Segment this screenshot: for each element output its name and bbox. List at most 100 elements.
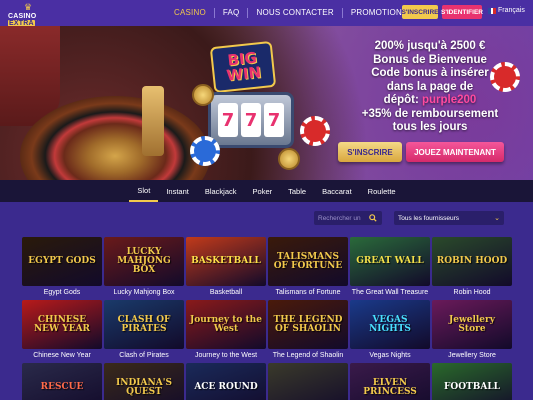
game-card[interactable]: TALISMANS OF FORTUNE Talismans of Fortune (268, 237, 348, 296)
language-selector[interactable]: Français (488, 7, 525, 14)
game-thumbnail-title: INDIANA'S QUEST (116, 377, 172, 397)
game-card[interactable]: Jewellery Store Jewellery Store (432, 300, 512, 359)
game-thumbnail-title: ROBIN HOOD (436, 256, 508, 266)
nav-promotion[interactable]: PROMOTION (343, 8, 410, 18)
game-thumbnail-title: LUCKY MAHJONG BOX (117, 247, 171, 275)
slot-reels: 7 7 7 (208, 92, 294, 148)
game-thumbnail[interactable]: EGYPT GODS (22, 237, 102, 286)
main-nav: CASINO FAQ NOUS CONTACTER PROMOTION (166, 0, 410, 26)
chevron-down-icon: ⌄ (494, 215, 500, 222)
reel: 7 (218, 103, 238, 137)
tab-baccarat[interactable]: Baccarat (314, 180, 360, 202)
game-name: Egypt Gods (43, 289, 81, 296)
crown-icon: ♛ (24, 2, 33, 12)
game-name: The Great Wall Treasure (351, 289, 429, 296)
game-thumbnail-title: THE LEGEND OF SHAOLIN (273, 314, 343, 334)
game-thumbnail[interactable]: CHINESE NEW YEAR (22, 300, 102, 349)
casino-chip-icon (300, 116, 330, 146)
tab-table[interactable]: Table (280, 180, 314, 202)
game-name: Jewellery Store (448, 352, 496, 359)
game-thumbnail[interactable] (268, 363, 348, 400)
hero-register-button[interactable]: S'INSCRIRE (338, 142, 402, 162)
game-card[interactable]: GREAT WALL The Great Wall Treasure (350, 237, 430, 296)
france-flag-icon (488, 7, 497, 14)
game-thumbnail[interactable]: FOOTBALL (432, 363, 512, 400)
game-thumbnail[interactable]: CLASH OF PIRATES (104, 300, 184, 349)
game-thumbnail[interactable]: ACE ROUND (186, 363, 266, 400)
game-card[interactable]: LUCKY MAHJONG BOX Lucky Mahjong Box (104, 237, 184, 296)
game-card[interactable]: RESCUE (22, 363, 102, 400)
game-card[interactable]: ACE ROUND (186, 363, 266, 400)
site-logo[interactable]: ♛ CASINO EXTRA (6, 2, 62, 27)
tab-roulette[interactable]: Roulette (360, 180, 404, 202)
tab-instant[interactable]: Instant (158, 180, 197, 202)
game-thumbnail[interactable]: Journey to the West (186, 300, 266, 349)
game-card[interactable] (268, 363, 348, 400)
play-now-button[interactable]: JOUEZ MAINTENANT (406, 142, 504, 162)
register-button[interactable]: S'INSCRIRE (402, 5, 438, 19)
nav-contact[interactable]: NOUS CONTACTER (248, 8, 343, 18)
nav-faq[interactable]: FAQ (215, 8, 249, 18)
game-thumbnail[interactable]: VEGAS NIGHTS (350, 300, 430, 349)
search-box (314, 211, 382, 225)
big-win-badge: BIG WIN (209, 40, 277, 94)
game-card[interactable]: CLASH OF PIRATES Clash of Pirates (104, 300, 184, 359)
game-name: Clash of Pirates (119, 352, 169, 359)
tab-poker[interactable]: Poker (245, 180, 281, 202)
game-thumbnail[interactable]: RESCUE (22, 363, 102, 400)
game-thumbnail-title: CLASH OF PIRATES (117, 314, 171, 334)
game-thumbnail-title: ELVEN PRINCESS (363, 377, 417, 397)
search-input[interactable] (314, 211, 366, 225)
game-name: Chinese New Year (33, 352, 91, 359)
category-tabs: Slot Instant Blackjack Poker Table Bacca… (0, 180, 533, 202)
game-card[interactable]: THE LEGEND OF SHAOLIN The Legend of Shaol… (268, 300, 348, 359)
game-card[interactable]: INDIANA'S QUEST (104, 363, 184, 400)
game-name: Basketball (209, 289, 243, 296)
game-card[interactable]: ELVEN PRINCESS (350, 363, 430, 400)
login-button[interactable]: S'IDENTIFIER (441, 5, 483, 19)
game-thumbnail[interactable]: GREAT WALL (350, 237, 430, 286)
provider-select[interactable]: Tous les fournisseurs ⌄ (394, 211, 504, 225)
game-thumbnail-title: FOOTBALL (443, 382, 500, 392)
game-thumbnail[interactable]: THE LEGEND OF SHAOLIN (268, 300, 348, 349)
casino-chip-icon (190, 136, 220, 166)
tab-blackjack[interactable]: Blackjack (197, 180, 245, 202)
game-card[interactable]: EGYPT GODS Egypt Gods (22, 237, 102, 296)
game-card[interactable]: FOOTBALL (432, 363, 512, 400)
game-name: Vegas Nights (369, 352, 411, 359)
game-card[interactable]: VEGAS NIGHTS Vegas Nights (350, 300, 430, 359)
roulette-spindle-image (142, 86, 164, 156)
provider-select-value: Tous les fournisseurs (398, 214, 460, 222)
game-thumbnail-title: EGYPT GODS (28, 256, 96, 266)
game-thumbnail-title: ACE ROUND (194, 382, 258, 392)
game-thumbnail[interactable]: BASKETBALL (186, 237, 266, 286)
game-thumbnail-title: GREAT WALL (356, 256, 424, 266)
slot-machine-image: BIG WIN 7 7 7 (190, 40, 330, 174)
game-thumbnail[interactable]: Jewellery Store (432, 300, 512, 349)
nav-casino[interactable]: CASINO (166, 8, 215, 18)
game-name: Lucky Mahjong Box (113, 289, 175, 296)
game-thumbnail[interactable]: LUCKY MAHJONG BOX (104, 237, 184, 286)
search-icon[interactable] (366, 211, 380, 225)
tab-slot[interactable]: Slot (129, 180, 159, 202)
game-thumbnail[interactable]: TALISMANS OF FORTUNE (268, 237, 348, 286)
game-name: The Legend of Shaolin (272, 352, 344, 359)
top-bar: ♛ CASINO EXTRA CASINO FAQ NOUS CONTACTER… (0, 0, 533, 27)
game-thumbnail-title: TALISMANS OF FORTUNE (273, 251, 343, 271)
game-thumbnail[interactable]: INDIANA'S QUEST (104, 363, 184, 400)
game-thumbnail[interactable]: ELVEN PRINCESS (350, 363, 430, 400)
hero-banner: BIG WIN 7 7 7 200% jusqu'à 2500 € Bonus … (0, 26, 533, 180)
game-name: Robin Hood (453, 289, 491, 296)
reel: 7 (241, 103, 261, 137)
game-card[interactable]: CHINESE NEW YEAR Chinese New Year (22, 300, 102, 359)
game-thumbnail-title: BASKETBALL (191, 256, 261, 266)
language-label: Français (498, 7, 525, 14)
game-name: Journey to the West (194, 352, 258, 359)
game-thumbnail[interactable]: ROBIN HOOD (432, 237, 512, 286)
game-card[interactable]: Journey to the West Journey to the West (186, 300, 266, 359)
game-card[interactable]: BASKETBALL Basketball (186, 237, 266, 296)
game-name: Talismans of Fortune (275, 289, 341, 296)
game-card[interactable]: ROBIN HOOD Robin Hood (432, 237, 512, 296)
gold-coin-icon (278, 148, 300, 170)
promo-code: purple200 (422, 94, 477, 106)
